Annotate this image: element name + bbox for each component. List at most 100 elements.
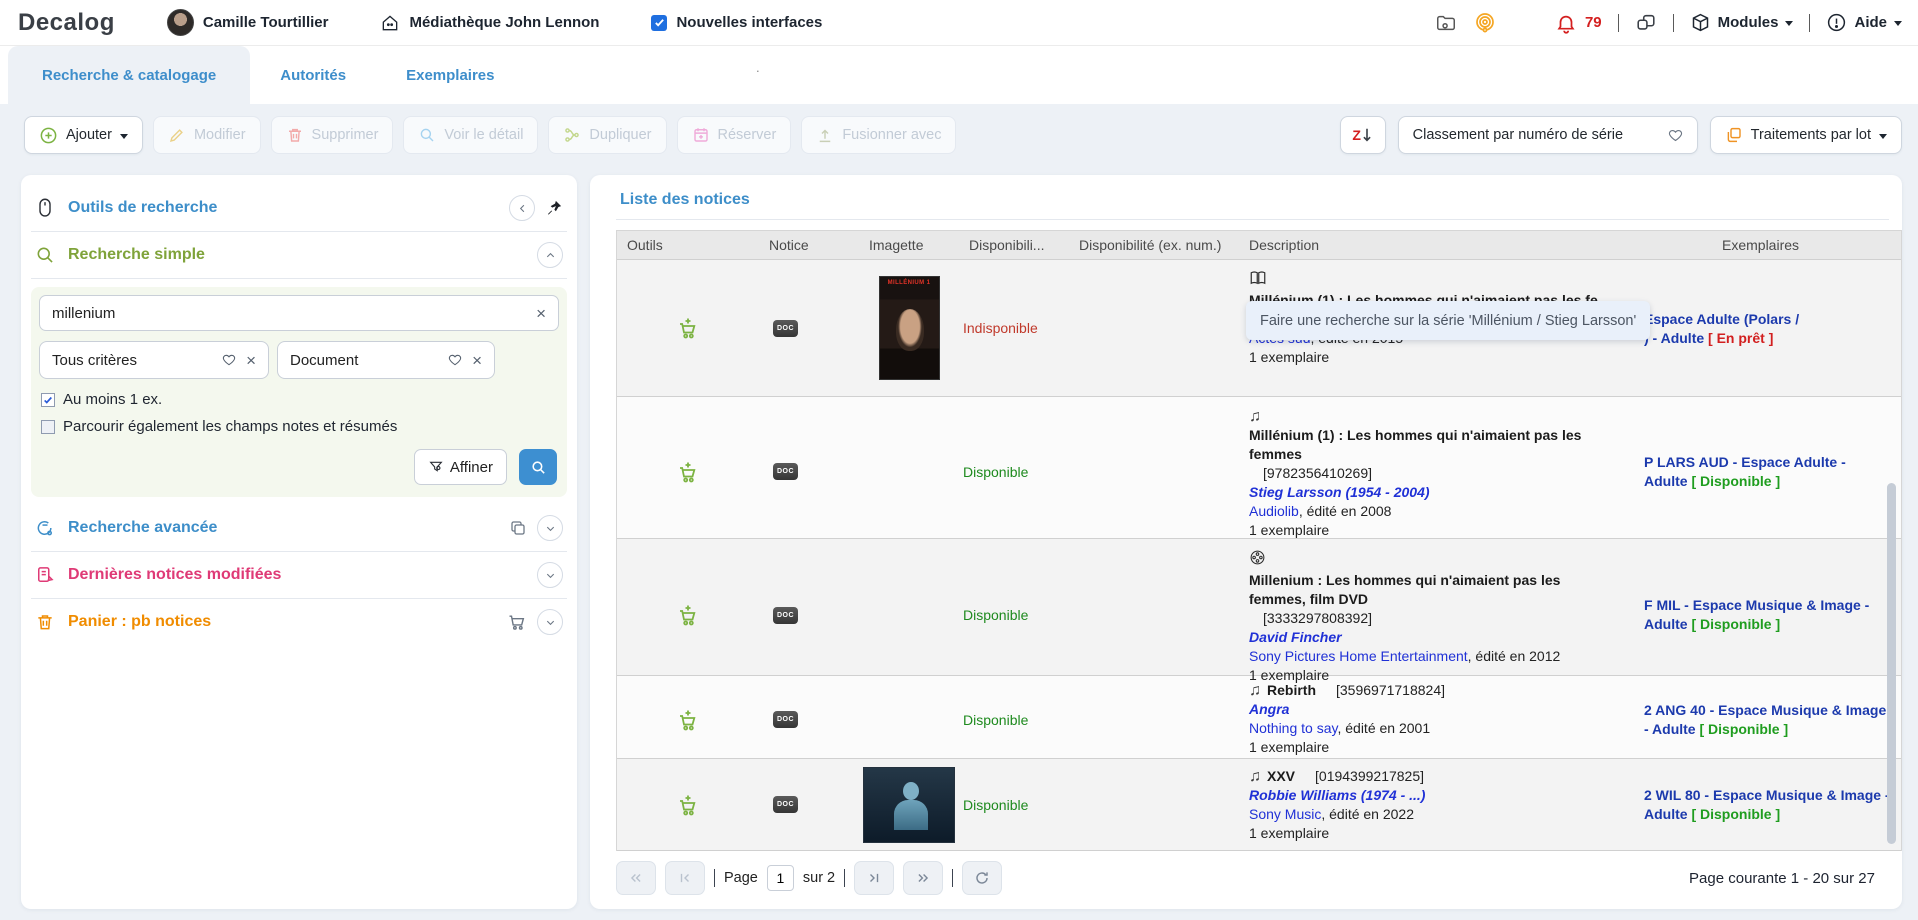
exemplaire-status: [ Disponible ] — [1691, 473, 1780, 489]
isbn: [0194399217825] — [1315, 767, 1424, 786]
doctype-dropdown[interactable]: Document × — [277, 341, 495, 379]
edited-text: , édité en 2001 — [1337, 720, 1430, 736]
author-link[interactable]: Angra — [1249, 701, 1289, 717]
modifier-button[interactable]: Modifier — [153, 116, 261, 154]
sidebar-header-outils[interactable]: Outils de recherche — [29, 187, 569, 229]
page-number-input[interactable] — [767, 865, 794, 891]
traitements-button[interactable]: Traitements par lot — [1710, 116, 1902, 154]
tab-recherche-catalogage[interactable]: Recherche & catalogage — [8, 46, 250, 104]
checkbox-checked-icon[interactable] — [651, 15, 667, 31]
checkbox-unchecked-icon[interactable] — [41, 420, 55, 434]
expand-section-button[interactable] — [537, 515, 563, 541]
author-link[interactable]: Robbie Williams (1974 - ...) — [1249, 787, 1425, 803]
notice-title[interactable]: Rebirth — [1267, 681, 1316, 700]
first-page-button[interactable] — [616, 861, 656, 895]
separator — [714, 869, 715, 887]
table-row: DOC Disponible Millenium : Les hommes qu… — [617, 538, 1901, 675]
heart-icon[interactable] — [448, 353, 462, 367]
copy-icon[interactable] — [509, 519, 527, 537]
pin-icon[interactable] — [545, 199, 563, 217]
app-logo: Decalog — [18, 9, 115, 37]
folder-icon[interactable] — [1435, 12, 1457, 34]
expand-section-button[interactable] — [537, 609, 563, 635]
affiner-button[interactable]: Affiner — [414, 449, 507, 485]
traitements-label: Traitements par lot — [1751, 127, 1871, 143]
search-input[interactable] — [52, 305, 536, 322]
new-interfaces-toggle[interactable]: Nouvelles interfaces — [651, 14, 822, 31]
author-link[interactable]: Stieg Larsson (1954 - 2004) — [1249, 484, 1430, 500]
supprimer-button[interactable]: Supprimer — [271, 116, 394, 154]
sort-button[interactable]: Z — [1340, 116, 1386, 154]
search-submit-button[interactable] — [519, 449, 557, 485]
refresh-button[interactable] — [962, 861, 1002, 895]
doctype-value: Document — [290, 352, 438, 369]
reserver-button[interactable]: Réserver — [677, 116, 792, 154]
expand-section-button[interactable] — [537, 562, 563, 588]
exemplaire-status: [ Disponible ] — [1691, 616, 1780, 632]
author-link[interactable]: David Fincher — [1249, 629, 1342, 645]
fusionner-button[interactable]: Fusionner avec — [801, 116, 956, 154]
checkbox-parcourir-notes[interactable]: Parcourir également les champs notes et … — [41, 418, 557, 435]
copies-count: 1 exemplaire — [1249, 824, 1620, 843]
separator — [1809, 14, 1810, 32]
add-to-cart-icon[interactable] — [676, 316, 700, 340]
publisher-link[interactable]: Audiolib — [1249, 503, 1299, 519]
previous-page-button[interactable] — [665, 861, 705, 895]
section-panier[interactable]: Panier : pb notices — [29, 601, 569, 643]
table-row: DOC Disponible ♫ Rebirth [3596971718824]… — [617, 675, 1901, 758]
modules-menu[interactable]: Modules — [1690, 12, 1794, 33]
app-header: Decalog Camille Tourtillier Médiathèque … — [0, 0, 1918, 46]
page-total-label: sur 2 — [803, 870, 835, 886]
checkbox-au-moins-1ex[interactable]: Au moins 1 ex. — [41, 391, 557, 408]
notice-title[interactable]: XXV — [1267, 767, 1295, 786]
broadcast-icon[interactable] — [1473, 11, 1497, 35]
ajouter-label: Ajouter — [66, 127, 112, 143]
cart-icon[interactable] — [507, 612, 527, 632]
dupliquer-button[interactable]: Dupliquer — [548, 116, 666, 154]
notice-title[interactable]: Millénium (1) : Les hommes qui n'aimaien… — [1249, 426, 1620, 464]
criteria-dropdown[interactable]: Tous critères × — [39, 341, 269, 379]
notice-title[interactable]: Millenium : Les hommes qui n'aimaient pa… — [1249, 571, 1620, 609]
cover-statue-art — [894, 800, 928, 830]
notifications-bell-icon[interactable] — [1555, 12, 1577, 34]
add-to-cart-icon[interactable] — [676, 708, 700, 732]
notification-count[interactable]: 79 — [1585, 14, 1602, 31]
link-chain-icon[interactable] — [1635, 12, 1657, 34]
clear-doctype-icon[interactable]: × — [472, 352, 482, 369]
batch-icon — [1725, 126, 1743, 144]
clear-criteria-icon[interactable]: × — [246, 352, 256, 369]
caret-down-icon — [1785, 21, 1793, 26]
clear-search-icon[interactable]: × — [536, 305, 546, 322]
heart-icon[interactable] — [222, 353, 236, 367]
heart-icon[interactable] — [1668, 128, 1683, 143]
separator — [1673, 14, 1674, 32]
aide-menu[interactable]: Aide — [1826, 12, 1902, 33]
exemplaire-status: [ En prêt ] — [1708, 330, 1773, 346]
add-to-cart-icon[interactable] — [676, 603, 700, 627]
next-page-button[interactable] — [854, 861, 894, 895]
publisher-link[interactable]: Nothing to say — [1249, 720, 1337, 736]
vertical-scrollbar-thumb[interactable] — [1887, 483, 1896, 844]
section-recherche-simple[interactable]: Recherche simple — [29, 234, 569, 276]
add-circle-icon — [39, 126, 58, 145]
user-name: Camille Tourtillier — [203, 14, 329, 31]
tab-autorites[interactable]: Autorités — [250, 46, 376, 104]
checkbox-checked-icon[interactable] — [41, 393, 55, 407]
ajouter-button[interactable]: Ajouter — [24, 116, 143, 154]
section-recherche-avancee[interactable]: Recherche avancée — [29, 507, 569, 549]
add-to-cart-icon[interactable] — [676, 793, 700, 817]
collapse-panel-button[interactable] — [509, 195, 535, 221]
book-cover-thumbnail: MILLÉNIUM 1 — [879, 276, 940, 380]
last-page-button[interactable] — [903, 861, 943, 895]
tab-exemplaires[interactable]: Exemplaires — [376, 46, 524, 104]
voir-detail-button[interactable]: Voir le détail — [403, 116, 538, 154]
caret-down-icon — [120, 134, 128, 139]
help-info-icon — [1826, 12, 1847, 33]
collapse-section-button[interactable] — [537, 242, 563, 268]
add-to-cart-icon[interactable] — [676, 460, 700, 484]
classement-dropdown[interactable]: Classement par numéro de série — [1398, 116, 1698, 154]
advanced-search-icon — [35, 518, 55, 538]
section-dernieres-notices[interactable]: Dernières notices modifiées — [29, 554, 569, 596]
publisher-link[interactable]: Sony Music — [1249, 806, 1321, 822]
publisher-link[interactable]: Sony Pictures Home Entertainment — [1249, 648, 1468, 664]
